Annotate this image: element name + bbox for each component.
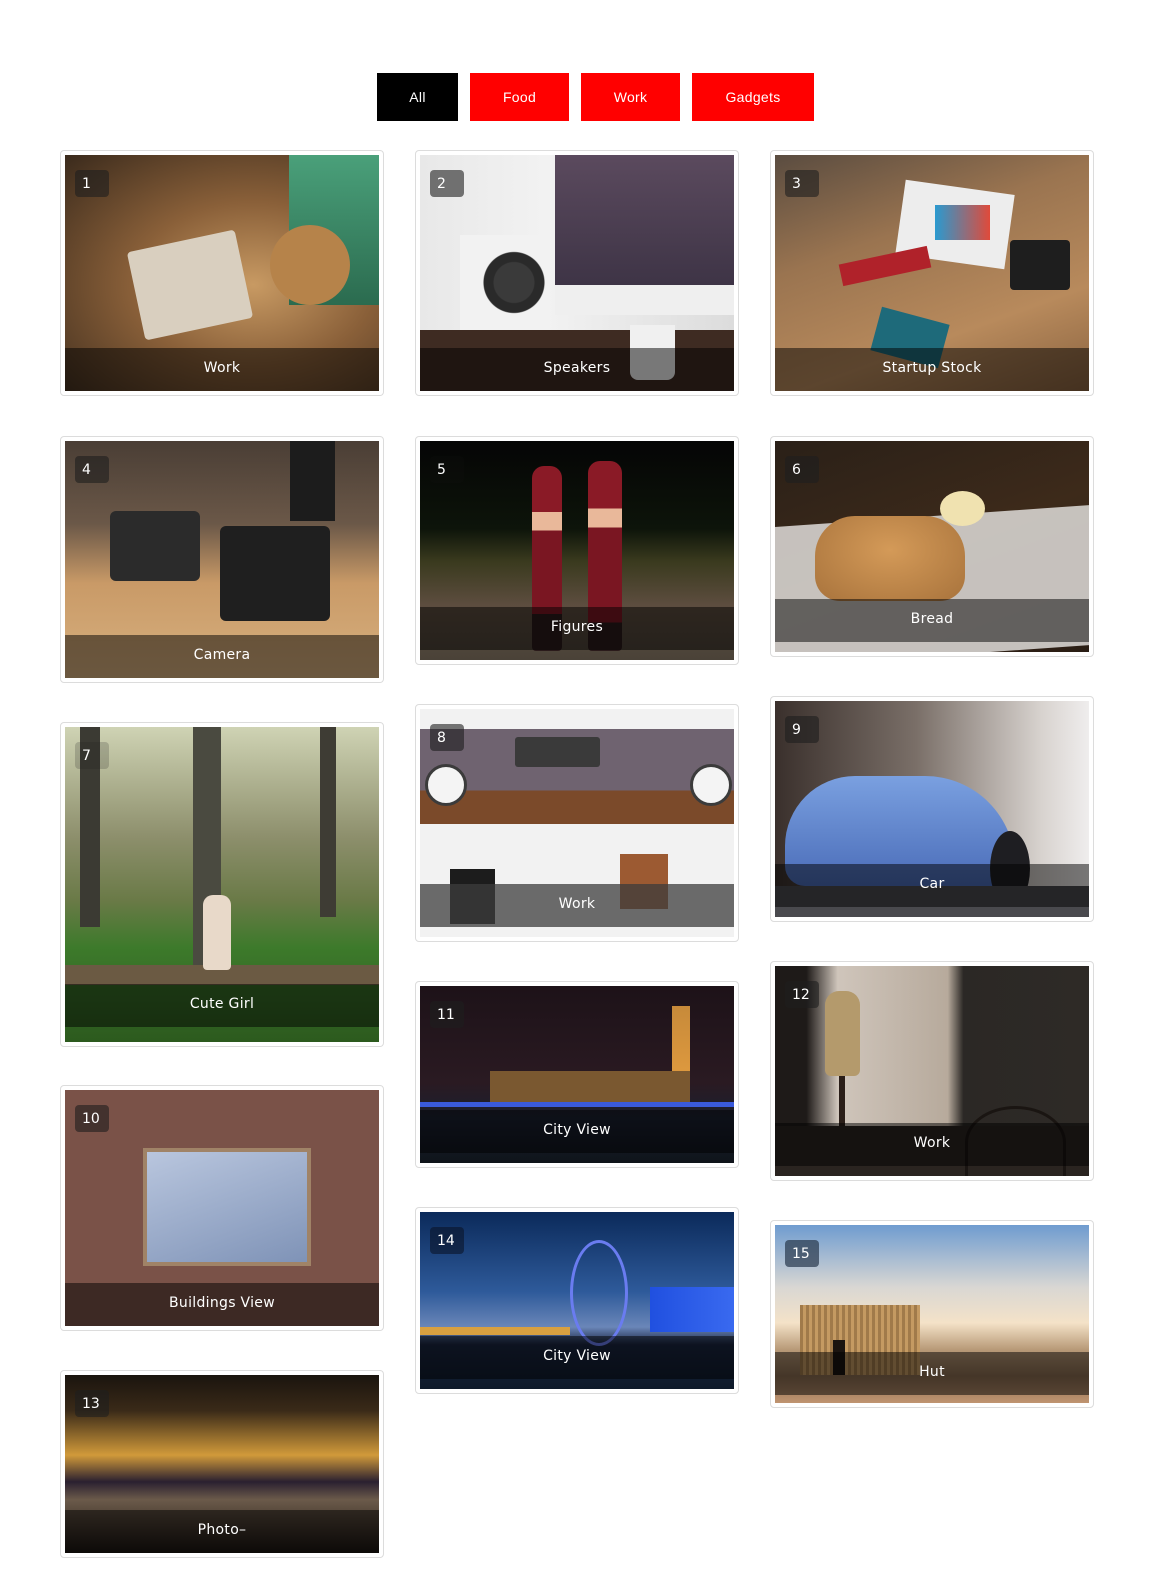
item-caption: Car xyxy=(775,864,1089,907)
gallery-photo[interactable]: 12 Work xyxy=(775,966,1089,1176)
item-caption: Work xyxy=(420,884,734,927)
item-caption: Startup Stock xyxy=(775,348,1089,391)
gallery-item[interactable]: 3 Startup Stock xyxy=(770,150,1094,396)
photo-detail xyxy=(126,229,254,341)
filter-work-button[interactable]: Work xyxy=(581,73,680,121)
item-number-badge: 14 xyxy=(430,1227,464,1254)
gallery-photo[interactable]: 11 City View xyxy=(420,986,734,1163)
item-number-badge: 10 xyxy=(75,1105,109,1132)
gallery-photo[interactable]: 14 City View xyxy=(420,1212,734,1389)
gallery-photo[interactable]: 1 Work xyxy=(65,155,379,391)
gallery-photo[interactable]: 9 Car xyxy=(775,701,1089,917)
filter-all-button[interactable]: All xyxy=(377,73,458,121)
gallery-item[interactable]: 10 Buildings View xyxy=(60,1085,384,1331)
gallery-item[interactable]: 7 Cute Girl xyxy=(60,722,384,1047)
gallery-item[interactable]: 5 Figures xyxy=(415,436,739,665)
item-number-badge: 2 xyxy=(430,170,464,197)
item-caption: Photo– xyxy=(65,1510,379,1553)
photo-detail xyxy=(110,511,200,581)
item-number-badge: 3 xyxy=(785,170,819,197)
photo-detail xyxy=(143,1148,311,1266)
photo-detail xyxy=(290,441,335,521)
photo-detail xyxy=(515,737,600,767)
gallery-item[interactable]: 13 Photo– xyxy=(60,1370,384,1558)
photo-detail xyxy=(555,155,734,315)
photo-detail xyxy=(825,991,860,1076)
photo-detail xyxy=(815,516,965,601)
filter-food-button[interactable]: Food xyxy=(470,73,569,121)
item-number-badge: 1 xyxy=(75,170,109,197)
gallery-item[interactable]: 9 Car xyxy=(770,696,1094,922)
gallery-photo[interactable]: 13 Photo– xyxy=(65,1375,379,1553)
item-caption: Hut xyxy=(775,1352,1089,1395)
photo-detail xyxy=(460,235,550,330)
gallery-item[interactable]: 6 Bread xyxy=(770,436,1094,657)
photo-detail xyxy=(425,764,467,806)
item-number-badge: 11 xyxy=(430,1001,464,1028)
gallery-photo[interactable]: 15 Hut xyxy=(775,1225,1089,1403)
gallery-photo[interactable]: 4 Camera xyxy=(65,441,379,678)
gallery-photo[interactable]: 7 Cute Girl xyxy=(65,727,379,1042)
item-caption: Work xyxy=(65,348,379,391)
photo-detail xyxy=(420,1327,570,1335)
photo-detail xyxy=(935,205,990,240)
photo-detail xyxy=(650,1287,734,1332)
item-number-badge: 6 xyxy=(785,456,819,483)
gallery-item[interactable]: 11 City View xyxy=(415,981,739,1168)
photo-detail xyxy=(1010,240,1070,290)
gallery-item[interactable]: 15 Hut xyxy=(770,1220,1094,1408)
gallery-item[interactable]: 1 Work xyxy=(60,150,384,396)
item-number-badge: 4 xyxy=(75,456,109,483)
item-number-badge: 15 xyxy=(785,1240,819,1267)
gallery-item[interactable]: 4 Camera xyxy=(60,436,384,683)
gallery-photo[interactable]: 2 Speakers xyxy=(420,155,734,391)
photo-detail xyxy=(838,245,932,287)
item-caption: Cute Girl xyxy=(65,984,379,1027)
gallery-photo[interactable]: 10 Buildings View xyxy=(65,1090,379,1326)
photo-detail xyxy=(203,895,231,970)
item-number-badge: 7 xyxy=(75,742,109,769)
photo-detail xyxy=(570,1240,628,1346)
gallery-item[interactable]: 14 City View xyxy=(415,1207,739,1394)
gallery-item[interactable]: 8 Work xyxy=(415,704,739,942)
item-number-badge: 8 xyxy=(430,724,464,751)
item-caption: City View xyxy=(420,1110,734,1153)
photo-detail xyxy=(940,491,985,526)
item-number-badge: 12 xyxy=(785,981,819,1008)
item-number-badge: 9 xyxy=(785,716,819,743)
photo-detail xyxy=(320,727,336,917)
item-caption: Work xyxy=(775,1123,1089,1166)
photo-detail xyxy=(270,225,350,305)
item-number-badge: 5 xyxy=(430,456,464,483)
gallery-item[interactable]: 12 Work xyxy=(770,961,1094,1181)
item-caption: Figures xyxy=(420,607,734,650)
gallery-photo[interactable]: 5 Figures xyxy=(420,441,734,660)
item-caption: Camera xyxy=(65,635,379,678)
item-number-badge: 13 xyxy=(75,1390,109,1417)
photo-detail xyxy=(420,1102,734,1107)
filter-bar: All Food Work Gadgets xyxy=(377,73,814,121)
gallery-photo[interactable]: 6 Bread xyxy=(775,441,1089,652)
filter-gadgets-button[interactable]: Gadgets xyxy=(692,73,814,121)
gallery-photo[interactable]: 8 Work xyxy=(420,709,734,937)
photo-detail xyxy=(490,1071,690,1106)
photo-detail xyxy=(690,764,732,806)
item-caption: Speakers xyxy=(420,348,734,391)
gallery-photo[interactable]: 3 Startup Stock xyxy=(775,155,1089,391)
photo-detail xyxy=(220,526,330,621)
item-caption: Buildings View xyxy=(65,1283,379,1326)
gallery-item[interactable]: 2 Speakers xyxy=(415,150,739,396)
item-caption: City View xyxy=(420,1336,734,1379)
item-caption: Bread xyxy=(775,599,1089,642)
